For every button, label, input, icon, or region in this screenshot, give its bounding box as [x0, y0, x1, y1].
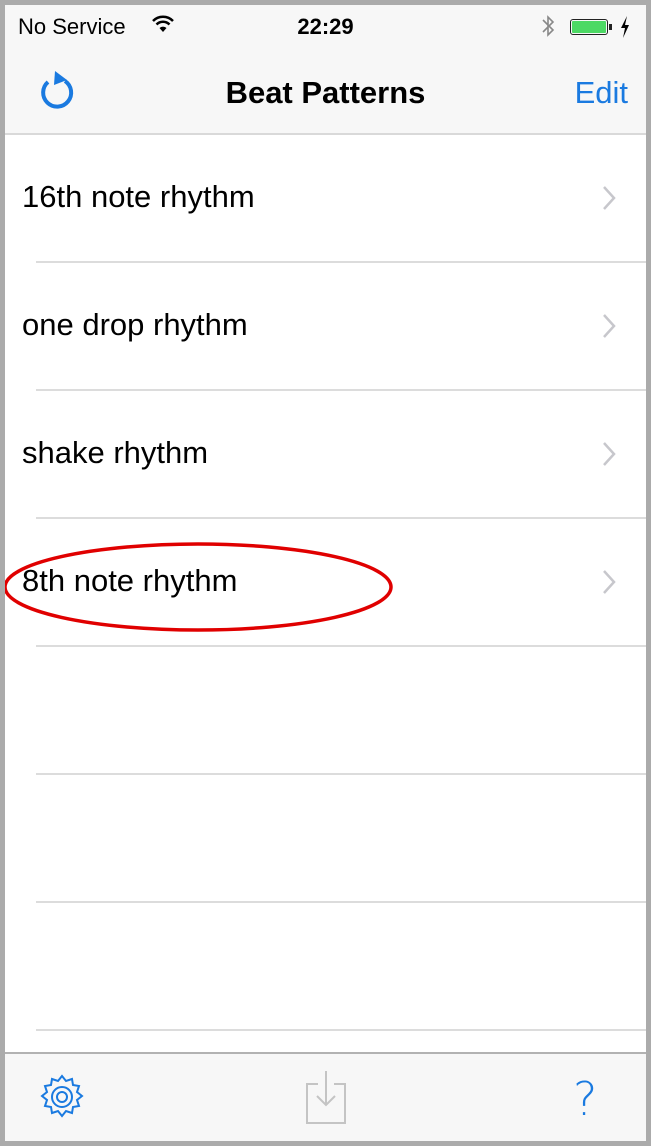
- empty-row: [5, 775, 646, 903]
- chevron-right-icon: [603, 314, 616, 338]
- bottom-toolbar: ?: [5, 1052, 646, 1141]
- battery-icon: [570, 19, 608, 35]
- page-title: Beat Patterns: [225, 75, 426, 110]
- edit-button[interactable]: Edit: [575, 75, 628, 111]
- beat-pattern-list: 16th note rhythm one drop rhythm shake r…: [5, 135, 646, 1031]
- list-item[interactable]: 8th note rhythm: [5, 519, 646, 647]
- list-item-label: 8th note rhythm: [22, 563, 238, 598]
- battery-fill: [572, 21, 606, 33]
- chevron-right-icon: [603, 442, 616, 466]
- empty-row: [5, 647, 646, 775]
- gear-icon[interactable]: [38, 1073, 86, 1121]
- chevron-right-icon: [603, 186, 616, 210]
- status-bar: No Service 22:29: [5, 5, 646, 47]
- chevron-right-icon: [603, 570, 616, 594]
- battery-nub: [609, 24, 612, 30]
- list-item-label: 16th note rhythm: [22, 179, 255, 214]
- list-item[interactable]: 16th note rhythm: [5, 135, 646, 263]
- app-screen: No Service 22:29 Beat Patterns Edit 16th…: [5, 5, 646, 1141]
- list-item-label: shake rhythm: [22, 435, 209, 470]
- navigation-bar: Beat Patterns Edit: [5, 47, 646, 135]
- help-button[interactable]: ?: [573, 1072, 597, 1126]
- list-item[interactable]: shake rhythm: [5, 391, 646, 519]
- charging-bolt-icon: [621, 16, 629, 38]
- bluetooth-icon: [542, 15, 555, 37]
- row-separator: [36, 1029, 646, 1031]
- list-item-label: one drop rhythm: [22, 307, 248, 342]
- empty-row: [5, 903, 646, 1031]
- list-item[interactable]: one drop rhythm: [5, 263, 646, 391]
- import-icon: [306, 1071, 346, 1124]
